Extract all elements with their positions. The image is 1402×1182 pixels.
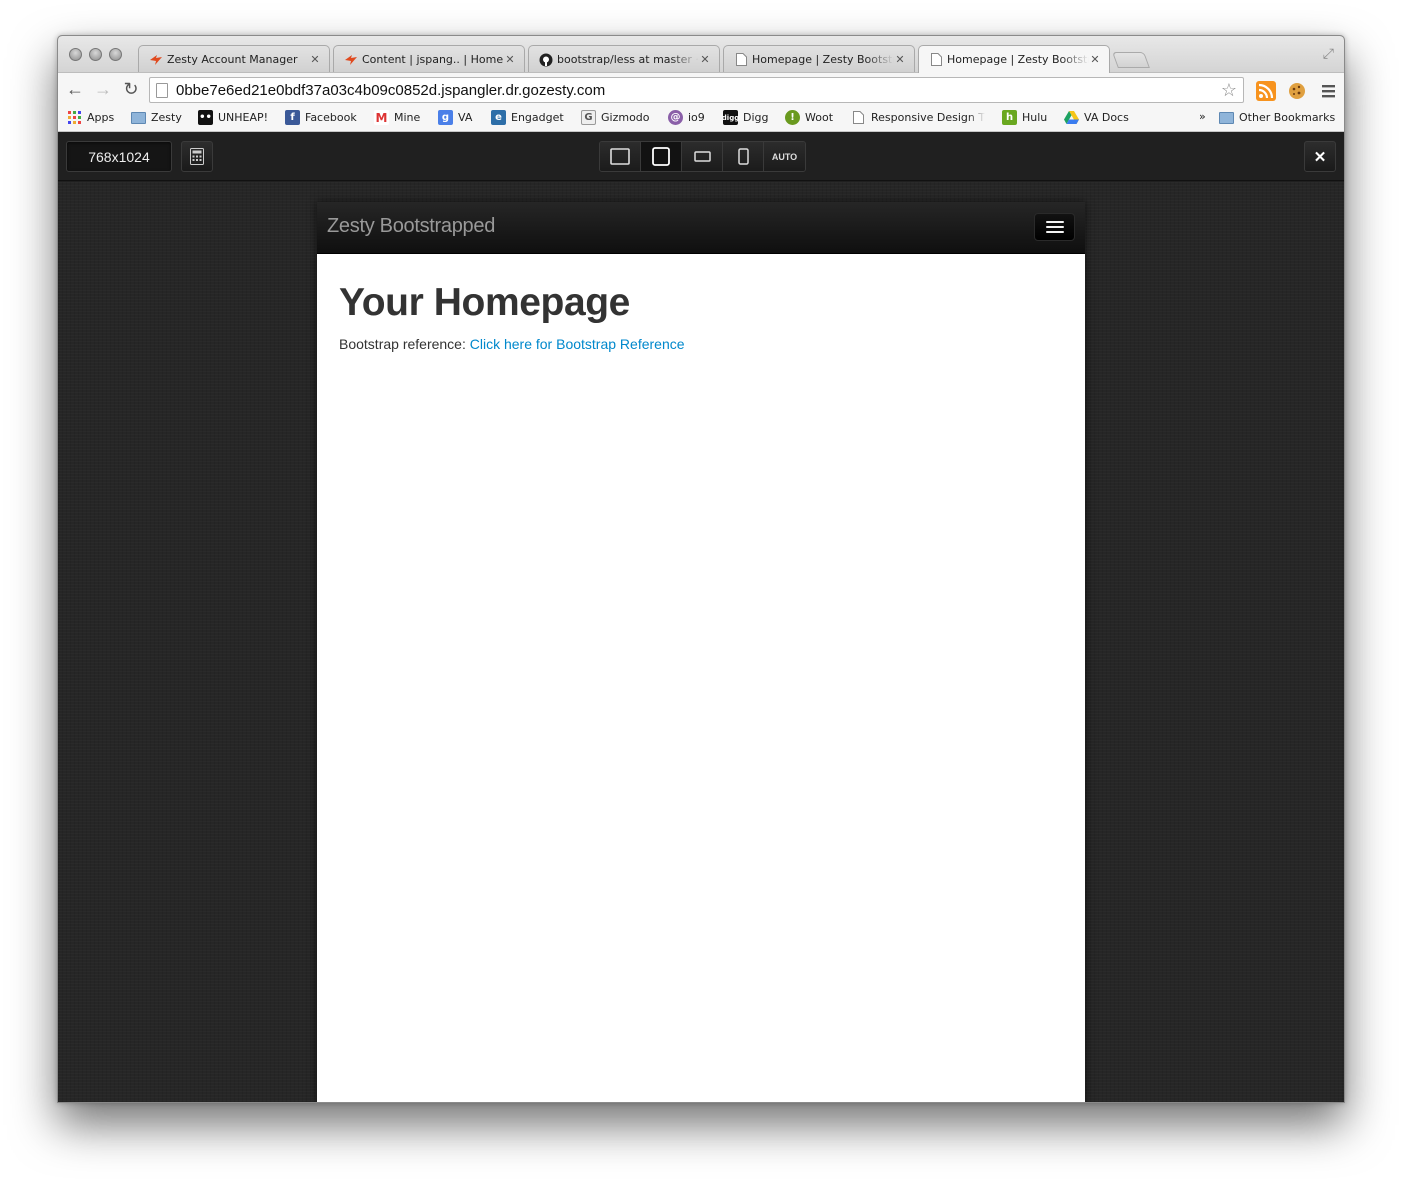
bookmark-zesty[interactable]: Zesty [131,110,182,125]
hamburger-bar [1045,221,1064,223]
rss-icon[interactable] [1256,81,1276,101]
device-selector: AUTO [599,141,806,172]
new-tab-button[interactable] [1112,52,1150,68]
tab-title: bootstrap/less at master · [557,53,699,66]
tab-title: Zesty Account Manager [167,53,298,66]
engadget-icon: e [491,110,506,125]
tab-strip: Zesty Account Manager ✕ Content | jspang… [58,36,1344,73]
emulated-viewport: Zesty Bootstrapped Your Homepage Bootstr… [317,202,1085,1102]
unheap-icon: •• [198,110,213,125]
gizmodo-icon: G [581,110,596,125]
window-controls [69,48,122,61]
tab-title: Homepage | Zesty Bootstra [752,53,894,66]
zesty-icon [344,53,358,67]
bookmark-facebook[interactable]: f Facebook [285,110,357,125]
page-icon [851,110,866,125]
bookmarks-overflow-button[interactable]: » [1199,110,1206,123]
woot-icon: ! [785,110,800,125]
menu-icon[interactable] [1319,81,1339,101]
calculator-icon[interactable] [181,141,213,172]
browser-toolbar: ← → ↻ 0bbe7e6ed21e0bdf37a03c4b09c0852d.j… [58,72,1344,106]
folder-icon [131,110,146,125]
page-title: Your Homepage [339,281,630,324]
site-navbar: Zesty Bootstrapped [317,202,1085,254]
desktop-view-icon[interactable] [600,142,641,171]
tab-close-icon[interactable]: ✕ [504,53,516,66]
browser-tab[interactable]: Zesty Account Manager ✕ [138,45,330,73]
address-bar[interactable]: 0bbe7e6ed21e0bdf37a03c4b09c0852d.jspangl… [149,77,1244,103]
browser-tab[interactable]: Homepage | Zesty Bootstra ✕ [723,45,915,73]
reference-label: Bootstrap reference: [339,335,466,352]
tablet-portrait-view-icon[interactable] [641,142,682,171]
tab-close-icon[interactable]: ✕ [1089,53,1101,66]
bookmark-va-docs[interactable]: VA Docs [1064,110,1129,125]
github-icon [539,53,553,67]
close-tester-button[interactable]: ✕ [1304,141,1336,172]
bookmark-unheap[interactable]: •• UNHEAP! [198,110,268,125]
auto-view-button[interactable]: AUTO [764,142,805,171]
browser-tab-active[interactable]: Homepage | Zesty Bootstra ✕ [918,45,1110,73]
other-bookmarks-folder[interactable]: Other Bookmarks [1219,110,1335,125]
phone-view-icon[interactable] [723,142,764,171]
nav-toggle-button[interactable] [1034,213,1075,241]
bookmark-apps[interactable]: Apps [67,110,114,125]
url-text: 0bbe7e6ed21e0bdf37a03c4b09c0852d.jspangl… [176,81,606,99]
hulu-icon: h [1002,110,1017,125]
drive-icon [1064,110,1079,125]
bookmark-io9[interactable]: @ io9 [668,110,705,125]
tab-close-icon[interactable]: ✕ [894,53,906,66]
minimize-window-button[interactable] [89,48,102,61]
browser-tab[interactable]: Content | jspang.. | Home ✕ [333,45,525,73]
apps-grid-icon [67,110,82,125]
bookmark-engadget[interactable]: e Engadget [491,110,564,125]
responsive-tester-bar: 768x1024 AUTO ✕ [58,132,1344,181]
bookmark-mine[interactable]: M Mine [374,110,420,125]
bookmark-star-icon[interactable]: ☆ [1221,80,1237,101]
tablet-landscape-view-icon[interactable] [682,142,723,171]
hamburger-bar [1045,226,1064,228]
browser-tab[interactable]: bootstrap/less at master · ✕ [528,45,720,73]
site-brand[interactable]: Zesty Bootstrapped [327,215,495,238]
digg-icon: digg [722,110,739,125]
back-button[interactable]: ← [64,79,86,100]
fullscreen-icon[interactable]: ⤢ [1323,45,1334,62]
close-window-button[interactable] [69,48,82,61]
bootstrap-reference-line: Bootstrap reference: Click here for Boot… [339,336,1063,352]
tab-title: Homepage | Zesty Bootstra [947,53,1089,66]
tab-title: Content | jspang.. | Home [362,53,504,66]
zesty-icon [149,53,163,67]
viewport-size-display[interactable]: 768x1024 [66,141,172,172]
reload-button[interactable]: ↻ [120,79,142,100]
tester-stage: Zesty Bootstrapped Your Homepage Bootstr… [58,182,1344,1102]
bookmarks-bar: Apps Zesty •• UNHEAP! f Facebook M Mine … [58,106,1344,132]
maximize-window-button[interactable] [109,48,122,61]
gmail-icon: M [374,110,389,125]
facebook-icon: f [285,110,300,125]
page-icon [734,53,748,67]
bookmark-digg[interactable]: digg Digg [722,110,769,125]
cookie-icon[interactable] [1287,81,1307,101]
google-icon: g [438,110,453,125]
bookmark-gizmodo[interactable]: G Gizmodo [581,110,650,125]
bookmark-woot[interactable]: ! Woot [785,110,833,125]
forward-button[interactable]: → [92,79,114,100]
tab-close-icon[interactable]: ✕ [699,53,711,66]
tab-close-icon[interactable]: ✕ [309,53,321,66]
browser-window: Zesty Account Manager ✕ Content | jspang… [57,35,1345,1103]
page-icon [156,82,168,98]
io9-icon: @ [668,110,683,125]
folder-icon [1219,110,1234,125]
hamburger-bar [1045,231,1064,233]
page-icon [929,53,943,67]
bookmark-hulu[interactable]: h Hulu [1002,110,1047,125]
page-content: Your Homepage Bootstrap reference: Click… [339,281,1063,352]
bootstrap-reference-link[interactable]: Click here for Bootstrap Reference [470,336,685,352]
bookmark-responsive-design[interactable]: Responsive Design T [851,110,985,125]
bookmark-va[interactable]: g VA [438,110,472,125]
